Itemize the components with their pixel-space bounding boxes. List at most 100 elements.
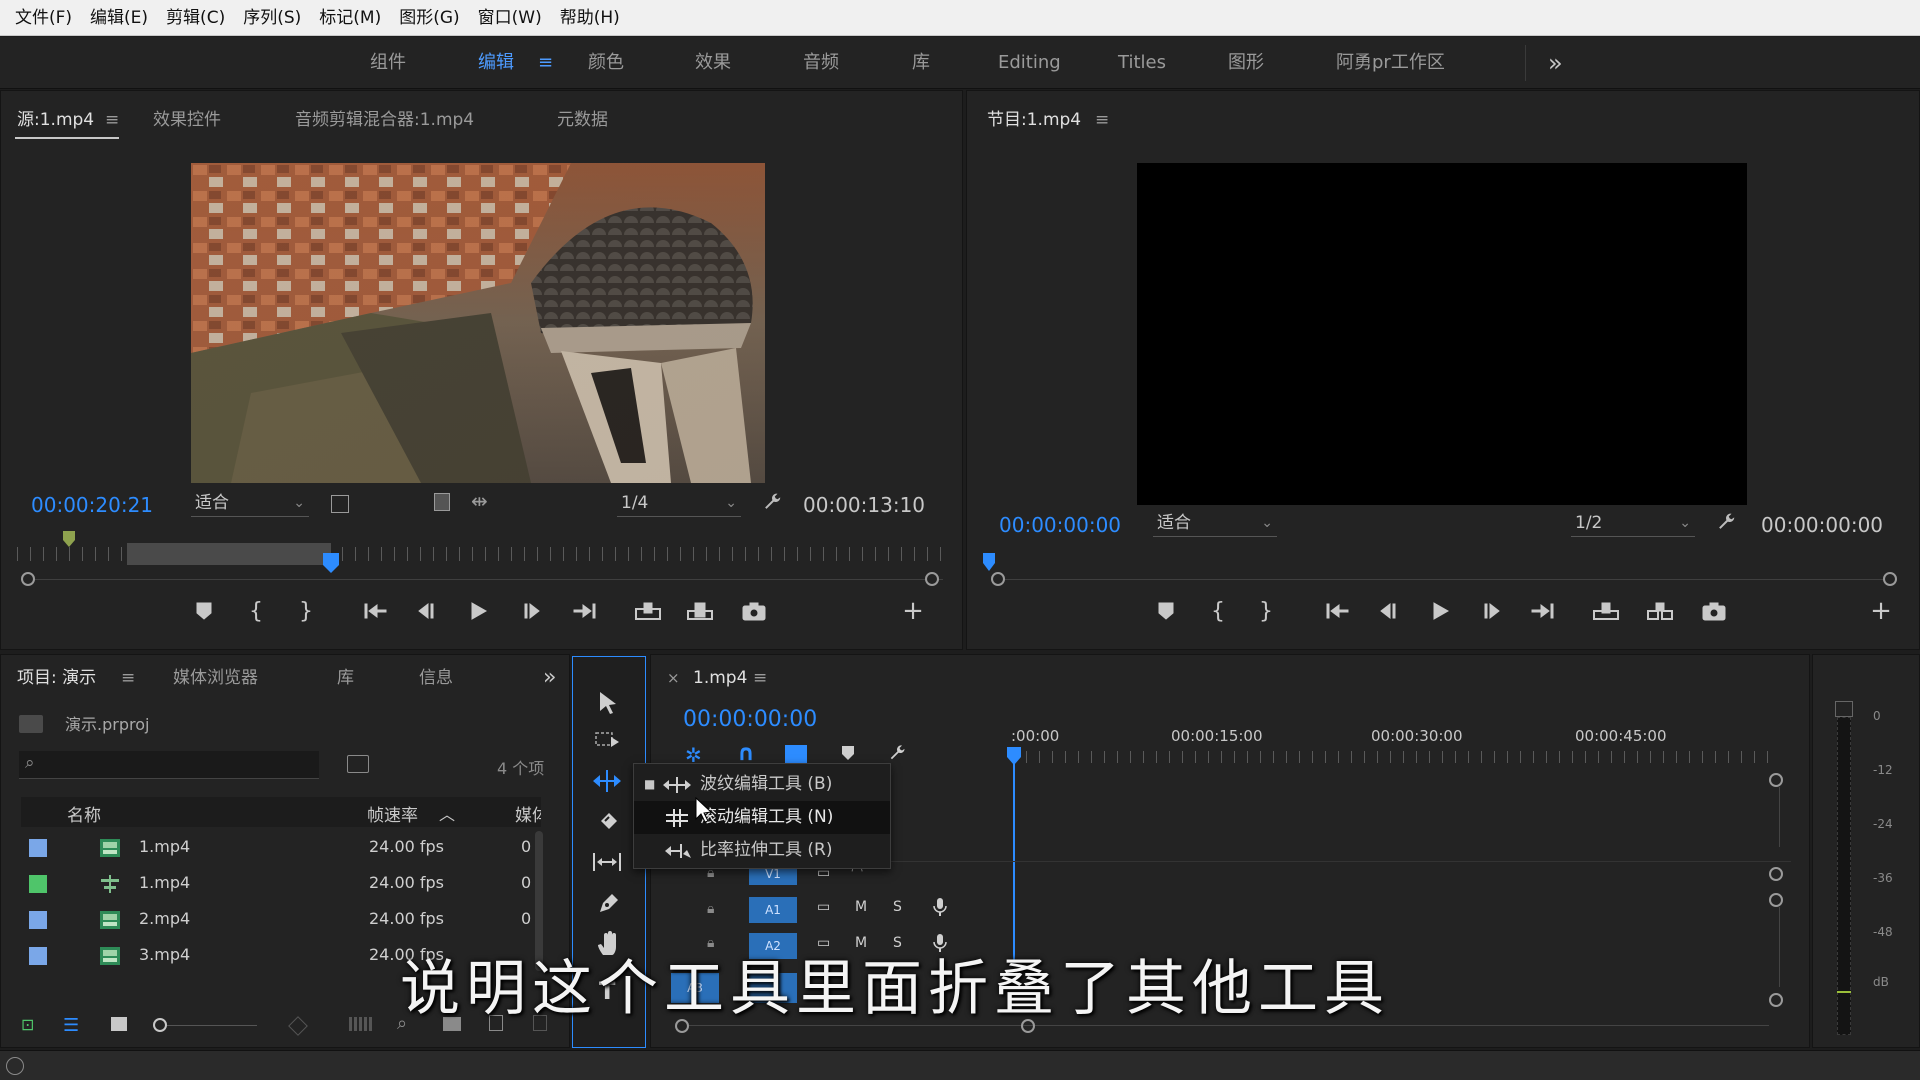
panel-menu-icon[interactable]: ≡ (105, 107, 119, 133)
vscroll-handle-mid[interactable] (1769, 867, 1783, 881)
play-button[interactable] (463, 596, 493, 626)
source-zoom-handle-right[interactable] (925, 572, 939, 586)
automate-to-sequence-icon[interactable] (349, 1017, 373, 1031)
program-resolution-dropdown[interactable]: 1/2 ⌄ (1571, 511, 1695, 537)
step-back-button[interactable] (411, 596, 441, 626)
pen-tool-icon[interactable] (597, 891, 621, 915)
slip-tool-icon[interactable] (591, 851, 623, 873)
add-button-editor-icon[interactable]: + (1866, 596, 1896, 626)
project-list-item[interactable]: 1.mp4 24.00 fps 0 (21, 867, 541, 901)
lift-button[interactable] (1591, 596, 1621, 626)
zoom-slider-handle[interactable] (153, 1018, 167, 1032)
panel-overflow-icon[interactable]: » (543, 665, 556, 691)
mute-button[interactable]: M (855, 899, 867, 915)
video-vscroll-track[interactable] (1779, 787, 1780, 847)
linked-selection-icon[interactable] (785, 745, 807, 763)
add-button-editor-icon[interactable]: + (898, 596, 928, 626)
menu-item-rolling-edit[interactable]: 滚动编辑工具 (N) (634, 801, 890, 834)
menu-item-rate-stretch[interactable]: 比率拉伸工具 (R) (634, 834, 890, 867)
workspace-assembly[interactable]: 组件 (370, 37, 406, 89)
program-zoom-bar[interactable] (991, 579, 1897, 580)
source-playhead[interactable] (323, 553, 340, 573)
step-back-button[interactable] (1373, 596, 1403, 626)
meter-peak-indicator[interactable] (1835, 701, 1853, 717)
audio-vscroll-track[interactable] (1779, 907, 1780, 987)
source-zoom-bar[interactable] (21, 579, 943, 580)
menu-help[interactable]: 帮助(H) (551, 0, 629, 36)
workspace-custom[interactable]: 阿勇pr工作区 (1336, 37, 1445, 89)
play-button[interactable] (1425, 596, 1455, 626)
status-icon[interactable] (6, 1057, 24, 1075)
timeline-timecode[interactable]: 00:00:00:00 (683, 707, 817, 732)
column-media[interactable]: 媒体 (515, 801, 541, 826)
menu-edit[interactable]: 编辑(E) (81, 0, 157, 36)
workspace-library[interactable]: 库 (912, 37, 930, 89)
sort-ascending-icon[interactable]: ︿ (439, 801, 455, 825)
label-color-swatch[interactable] (29, 947, 47, 965)
mark-in-button[interactable]: { (241, 596, 271, 626)
solo-button[interactable]: S (893, 899, 902, 915)
go-to-out-button[interactable] (1527, 596, 1557, 626)
workspace-audio[interactable]: 音频 (803, 37, 839, 89)
menu-marker[interactable]: 标记(M) (310, 0, 390, 36)
source-fit-dropdown[interactable]: 适合 ⌄ (191, 491, 309, 517)
workspace-effects[interactable]: 效果 (695, 37, 731, 89)
menu-item-ripple-edit[interactable]: ■ 波纹编辑工具 (B) (634, 768, 890, 801)
sort-icon[interactable] (288, 1016, 308, 1036)
source-resolution-dropdown[interactable]: 1/4 ⌄ (617, 491, 741, 517)
extract-button[interactable] (1645, 596, 1675, 626)
workspace-titles[interactable]: Titles (1118, 37, 1166, 89)
close-tab-icon[interactable]: × (667, 665, 680, 691)
menu-clip[interactable]: 剪辑(C) (157, 0, 234, 36)
program-playhead[interactable] (983, 553, 995, 571)
mark-in-button[interactable]: { (1203, 596, 1233, 626)
vscroll-handle-audio[interactable] (1769, 893, 1783, 907)
overwrite-button[interactable] (685, 596, 715, 626)
column-frame-rate[interactable]: 帧速率 (367, 801, 418, 826)
label-color-swatch[interactable] (29, 875, 47, 893)
track-select-tool-icon[interactable] (595, 729, 621, 751)
track-a1-target[interactable]: A1 (749, 897, 797, 923)
source-timecode[interactable]: 00:00:20:21 (31, 493, 153, 517)
lock-icon[interactable]: 🔒︎ (707, 901, 714, 917)
wrench-icon[interactable] (761, 491, 783, 513)
camera-icon[interactable] (1699, 596, 1729, 626)
step-forward-button[interactable] (517, 596, 547, 626)
tab-audio-clip-mixer[interactable]: 音频剪辑混合器:1.mp4 (295, 107, 474, 133)
tab-project[interactable]: 项目: 演示 (17, 665, 96, 691)
step-forward-button[interactable] (1477, 596, 1507, 626)
selection-tool-icon[interactable] (597, 691, 619, 715)
workspace-editing[interactable]: Editing (998, 37, 1061, 89)
list-view-icon[interactable]: ☰ (63, 1015, 79, 1036)
timeline-time-ruler[interactable] (1013, 751, 1773, 763)
insert-button[interactable] (633, 596, 663, 626)
insert-drag-icon[interactable]: ⇹ (471, 489, 488, 513)
mark-out-button[interactable]: } (291, 596, 321, 626)
add-marker-button[interactable] (1151, 596, 1181, 626)
tab-source[interactable]: 源:1.mp4 (17, 107, 94, 133)
vscroll-handle-bottom[interactable] (1769, 993, 1783, 1007)
menu-sequence[interactable]: 序列(S) (234, 0, 310, 36)
program-timecode[interactable]: 00:00:00:00 (999, 513, 1121, 537)
go-to-out-button[interactable] (569, 596, 599, 626)
mark-out-button[interactable]: } (1251, 596, 1281, 626)
program-zoom-handle-right[interactable] (1883, 572, 1897, 586)
label-color-swatch[interactable] (29, 839, 47, 857)
program-fit-dropdown[interactable]: 适合 ⌄ (1153, 511, 1277, 537)
workspace-graphics[interactable]: 图形 (1228, 37, 1264, 89)
panel-menu-icon[interactable]: ≡ (121, 665, 135, 691)
wrench-icon[interactable] (887, 743, 907, 763)
vscroll-handle-top[interactable] (1769, 773, 1783, 787)
workspace-color[interactable]: 颜色 (588, 37, 624, 89)
tab-media-browser[interactable]: 媒体浏览器 (173, 665, 258, 691)
project-list-item[interactable]: 2.mp4 24.00 fps 0 (21, 903, 541, 937)
project-search-input[interactable]: ⌕ (19, 751, 319, 779)
workspace-editing-cn[interactable]: 编辑 (478, 37, 514, 89)
microphone-icon[interactable] (933, 897, 947, 917)
new-bin-from-search-icon[interactable] (347, 755, 369, 773)
razor-tool-icon[interactable] (597, 809, 621, 833)
source-in-out-range[interactable] (127, 543, 331, 565)
wrench-icon[interactable] (1715, 511, 1737, 533)
panel-menu-icon[interactable]: ≡ (1095, 107, 1109, 133)
label-color-swatch[interactable] (29, 911, 47, 929)
